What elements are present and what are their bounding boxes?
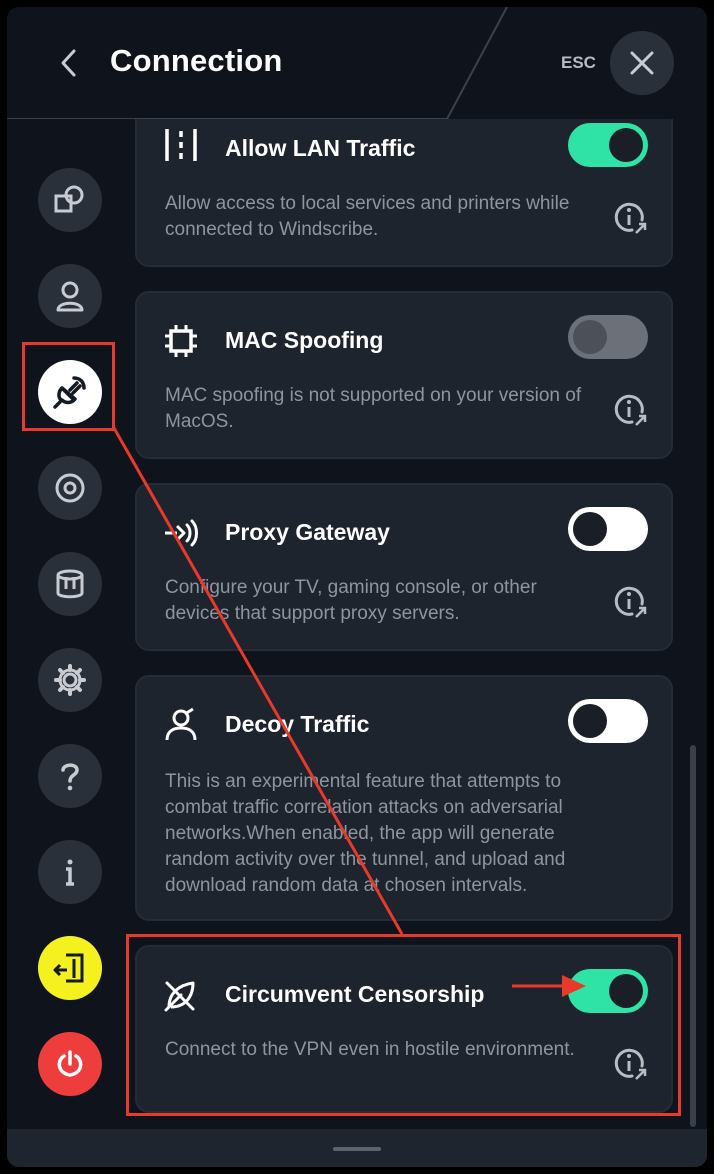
- quit-button[interactable]: [38, 1032, 102, 1096]
- gear-icon: [54, 664, 86, 696]
- sidebar-item-connect[interactable]: [38, 168, 102, 232]
- question-icon: [61, 763, 79, 791]
- resize-handle[interactable]: [333, 1147, 381, 1151]
- info-link-icon[interactable]: [611, 583, 649, 621]
- lan-icon: [163, 127, 199, 163]
- info-icon: [66, 859, 74, 886]
- chevron-left-icon: [61, 49, 76, 77]
- circumvent-censorship-title: Circumvent Censorship: [225, 981, 485, 1007]
- scrollbar[interactable]: [690, 745, 696, 1127]
- decoy-traffic-card: Decoy Traffic This is an experimental fe…: [135, 675, 673, 921]
- overlapping-squares-icon: [54, 185, 84, 213]
- info-link-icon[interactable]: [611, 1045, 649, 1083]
- power-icon: [57, 1050, 83, 1077]
- broadcast-icon: [163, 515, 199, 551]
- close-icon: [630, 51, 654, 75]
- proxy-gateway-card: Proxy Gateway Configure your TV, gaming …: [135, 483, 673, 651]
- esc-label[interactable]: ESC: [561, 53, 596, 73]
- proxy-gateway-title: Proxy Gateway: [225, 519, 390, 545]
- info-link-icon[interactable]: [611, 391, 649, 429]
- mac-spoofing-description: MAC spoofing is not supported on your ve…: [165, 385, 582, 432]
- sidebar: [7, 119, 132, 1129]
- back-button[interactable]: [53, 43, 85, 83]
- plug-icon: [53, 376, 86, 409]
- page-title: Connection: [110, 43, 283, 78]
- leaf-slash-icon: [163, 977, 199, 1013]
- database-icon: [56, 569, 84, 599]
- mac-spoofing-toggle[interactable]: [568, 315, 648, 359]
- info-link-icon[interactable]: [611, 199, 649, 237]
- header: Connection ESC: [7, 7, 707, 119]
- app-window: Connection ESC Allow LAN Traffic Allow a…: [7, 7, 707, 1167]
- chip-icon: [163, 323, 199, 359]
- decoy-traffic-description: This is an experimental feature that att…: [165, 771, 566, 896]
- footer: [7, 1129, 707, 1167]
- sidebar-item-advanced[interactable]: [38, 552, 102, 616]
- sidebar-item-connection[interactable]: [38, 360, 102, 424]
- circumvent-censorship-toggle[interactable]: [568, 969, 648, 1013]
- target-icon: [55, 473, 85, 503]
- user-icon: [56, 281, 84, 312]
- mac-spoofing-card: MAC Spoofing MAC spoofing is not support…: [135, 291, 673, 459]
- allow-lan-traffic-description: Allow access to local services and print…: [165, 193, 570, 240]
- decoy-traffic-title: Decoy Traffic: [225, 711, 370, 737]
- settings-list[interactable]: Allow LAN Traffic Allow access to local …: [132, 119, 707, 1129]
- sidebar-item-account[interactable]: [38, 264, 102, 328]
- sidebar-item-about[interactable]: [38, 840, 102, 904]
- proxy-gateway-toggle[interactable]: [568, 507, 648, 551]
- decoy-traffic-toggle[interactable]: [568, 699, 648, 743]
- sidebar-item-robert[interactable]: [38, 456, 102, 520]
- circumvent-censorship-card: Circumvent Censorship Connect to the VPN…: [135, 945, 673, 1113]
- sidebar-item-help[interactable]: [38, 744, 102, 808]
- logout-door-icon: [53, 953, 84, 983]
- logout-button[interactable]: [38, 936, 102, 1000]
- allow-lan-traffic-card: Allow LAN Traffic Allow access to local …: [135, 119, 673, 267]
- circumvent-censorship-description: Connect to the VPN even in hostile envir…: [165, 1039, 575, 1060]
- mac-spoofing-title: MAC Spoofing: [225, 327, 384, 353]
- allow-lan-traffic-toggle[interactable]: [568, 123, 648, 167]
- allow-lan-traffic-title: Allow LAN Traffic: [225, 135, 416, 161]
- close-button[interactable]: [610, 31, 674, 95]
- sidebar-item-general[interactable]: [38, 648, 102, 712]
- decoy-user-icon: [163, 707, 199, 743]
- proxy-gateway-description: Configure your TV, gaming console, or ot…: [165, 577, 537, 624]
